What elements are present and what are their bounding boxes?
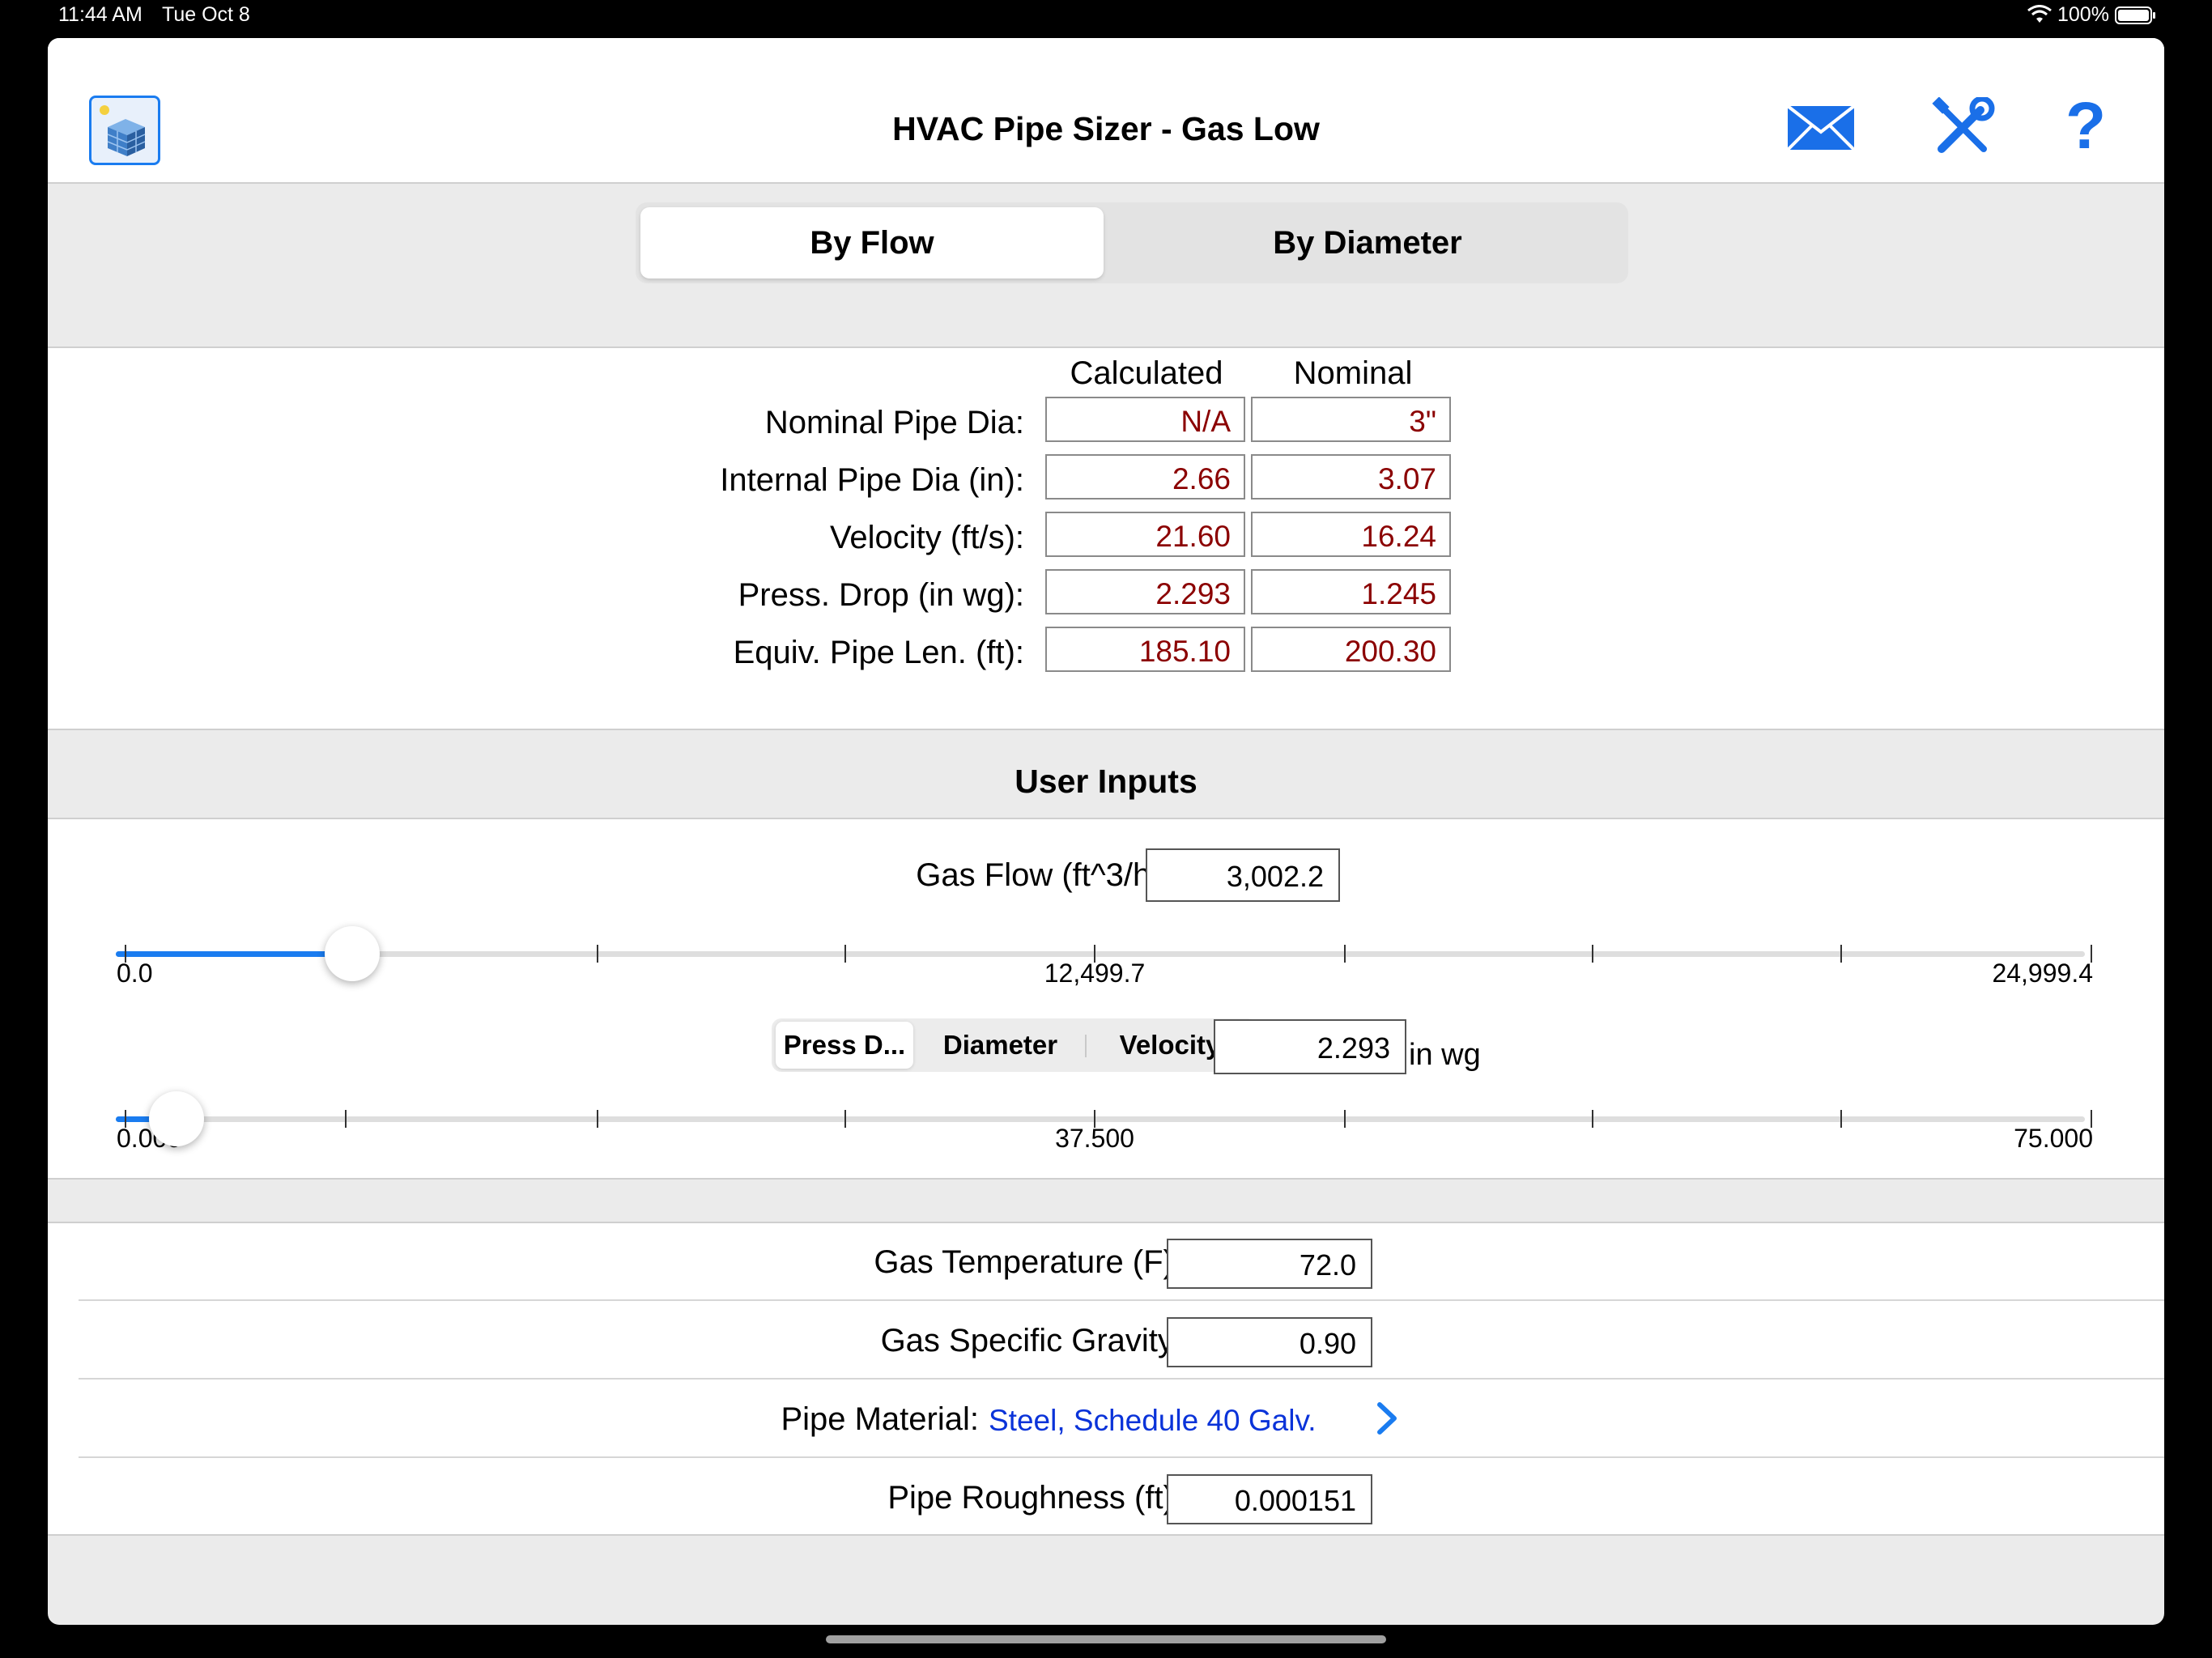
press-drop-nominal: 1.245: [1251, 569, 1451, 614]
status-date: Tue Oct 8: [162, 3, 250, 26]
flow-slider-max-label: 24,999.4: [1992, 959, 2093, 988]
internal-pipe-dia-calculated: 2.66: [1045, 454, 1245, 500]
slider-tick: [597, 1110, 598, 1128]
battery-icon: [2115, 6, 2157, 24]
gas-specific-gravity-input[interactable]: 0.90: [1167, 1317, 1372, 1367]
velocity-nominal: 16.24: [1251, 512, 1451, 557]
gas-temperature-input[interactable]: 72.0: [1167, 1239, 1372, 1289]
nominal-pipe-dia-nominal: 3": [1251, 397, 1451, 442]
mail-icon[interactable]: [1786, 103, 1857, 153]
segment-divider: [1085, 1035, 1087, 1057]
nav-bar: HVAC Pipe Sizer - Gas Low ?: [48, 38, 2164, 184]
equiv-pipe-len-nominal: 200.30: [1251, 627, 1451, 672]
nominal-column-header: Nominal: [1293, 355, 1413, 391]
slider-tick: [1592, 1110, 1593, 1128]
flow-slider-fill: [116, 951, 352, 957]
flow-slider-track[interactable]: [116, 951, 2085, 957]
parameter-slider-mid-label: 37.500: [1055, 1124, 1134, 1153]
velocity-calculated: 21.60: [1045, 512, 1245, 557]
internal-pipe-dia-label: Internal Pipe Dia (in):: [720, 462, 1024, 498]
calculated-column-header: Calculated: [1070, 355, 1223, 391]
parameter-slider-max-label: 75.000: [2014, 1124, 2093, 1153]
parameter-slider-thumb[interactable]: [149, 1091, 205, 1146]
row-divider: [79, 1456, 2164, 1458]
tab-diameter[interactable]: Diameter: [917, 1022, 1083, 1069]
parameter-slider-track[interactable]: [116, 1116, 2085, 1122]
flow-slider-min-label: 0.0: [117, 959, 153, 988]
velocity-label: Velocity (ft/s):: [829, 520, 1024, 555]
slider-tick: [1592, 945, 1593, 963]
parameter-segmented-control: Press D... Diameter Velocity: [772, 1018, 1257, 1072]
slider-tick: [1344, 945, 1346, 963]
equiv-pipe-len-label: Equiv. Pipe Len. (ft):: [733, 635, 1024, 670]
gas-specific-gravity-label: Gas Specific Gravity:: [880, 1323, 1183, 1358]
flow-slider-mid-label: 12,499.7: [1044, 959, 1146, 988]
tools-icon[interactable]: [1930, 96, 1995, 160]
gas-flow-input[interactable]: 3,002.2: [1146, 848, 1340, 902]
tab-by-flow[interactable]: By Flow: [640, 207, 1104, 278]
wifi-icon: [2027, 5, 2052, 24]
slider-tick: [844, 945, 846, 963]
mode-segmented-control: By Flow By Diameter: [636, 202, 1628, 283]
pipe-material-label: Pipe Material:: [781, 1401, 979, 1437]
row-divider: [79, 1299, 2164, 1301]
divider: [48, 1534, 2164, 1536]
home-indicator: [826, 1635, 1386, 1643]
slider-tick: [345, 1110, 347, 1128]
press-drop-label: Press. Drop (in wg):: [738, 577, 1024, 613]
divider: [48, 729, 2164, 730]
user-inputs-title: User Inputs: [1015, 763, 1197, 800]
slider-tick: [597, 945, 598, 963]
gas-temperature-label: Gas Temperature (F):: [874, 1244, 1183, 1280]
parameter-input[interactable]: 2.293: [1214, 1019, 1406, 1074]
tab-by-diameter[interactable]: By Diameter: [1136, 207, 1599, 278]
status-time: 11:44 AM: [58, 3, 143, 26]
equiv-pipe-len-calculated: 185.10: [1045, 627, 1245, 672]
pipe-roughness-input[interactable]: 0.000151: [1167, 1474, 1372, 1524]
nominal-pipe-dia-calculated: N/A: [1045, 397, 1245, 442]
flow-slider-thumb[interactable]: [324, 926, 380, 981]
tab-press-drop[interactable]: Press D...: [776, 1022, 913, 1069]
pipe-material-value[interactable]: Steel, Schedule 40 Galv.: [989, 1404, 1317, 1438]
slider-tick: [1344, 1110, 1346, 1128]
help-icon[interactable]: ?: [2061, 93, 2110, 159]
gas-flow-label: Gas Flow (ft^3/hr):: [916, 857, 1181, 893]
slider-tick: [844, 1110, 846, 1128]
internal-pipe-dia-nominal: 3.07: [1251, 454, 1451, 500]
divider: [48, 346, 2164, 348]
pipe-material-row[interactable]: Pipe Material: Steel, Schedule 40 Galv.: [48, 1380, 2164, 1456]
press-drop-calculated: 2.293: [1045, 569, 1245, 614]
battery-percent: 100%: [2057, 3, 2109, 26]
divider: [48, 1178, 2164, 1180]
app-window: HVAC Pipe Sizer - Gas Low ? By Flow By D…: [48, 38, 2164, 1625]
pipe-roughness-label: Pipe Roughness (ft):: [887, 1480, 1183, 1516]
nominal-pipe-dia-label: Nominal Pipe Dia:: [764, 405, 1024, 440]
row-divider: [79, 1378, 2164, 1380]
chevron-right-icon[interactable]: [1373, 1398, 1401, 1439]
parameter-unit: in wg: [1409, 1038, 1481, 1072]
